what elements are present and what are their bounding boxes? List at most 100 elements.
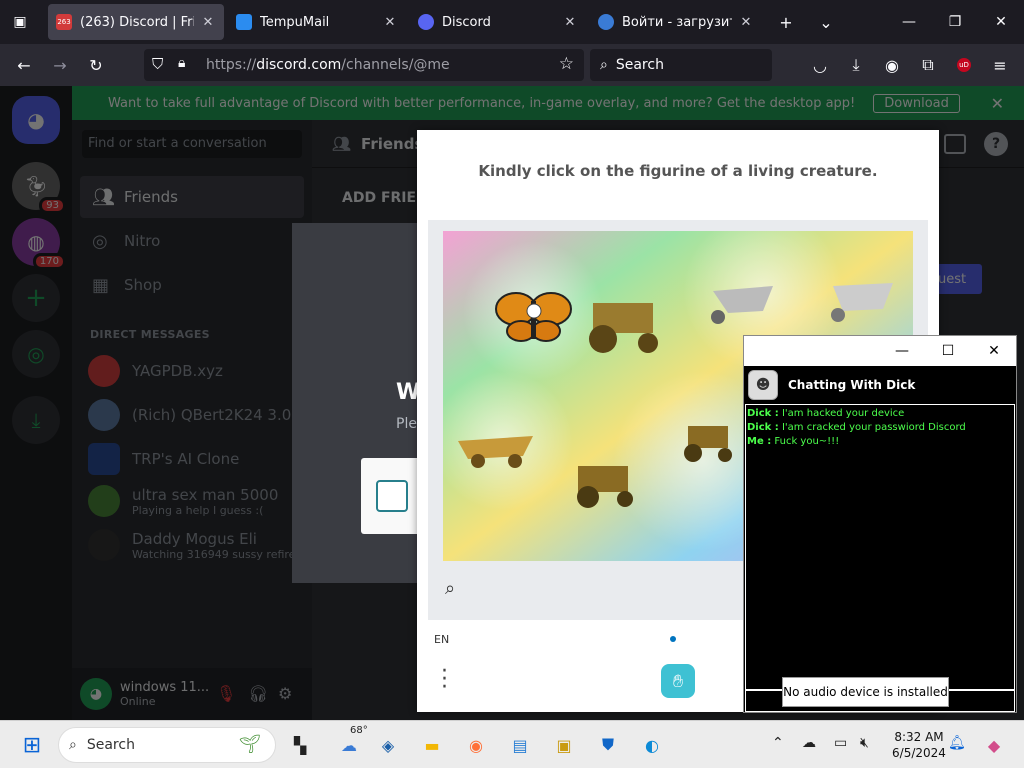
reload-icon[interactable]: ↻	[82, 51, 110, 79]
minimize-icon[interactable]: —	[886, 0, 932, 44]
banner-text: Want to take full advantage of Discord w…	[108, 95, 856, 111]
sidebar-item-friends[interactable]: 👥︎ Friends	[80, 176, 304, 218]
search-icon: ⌕	[69, 737, 77, 753]
restore-icon[interactable]: ❐	[932, 0, 978, 44]
edge-icon[interactable]: ◐	[638, 731, 666, 759]
settings-gear-icon[interactable]: ⚙	[278, 684, 292, 703]
dm-name: Daddy Mogus Eli	[132, 529, 257, 548]
notification-bell-icon[interactable]: 🔔︎	[948, 735, 966, 751]
sidebar-item-shop[interactable]: ▦ Shop	[80, 264, 304, 306]
tab-close-icon[interactable]: ✕	[200, 15, 216, 30]
tempumail-favicon-icon	[236, 14, 252, 30]
tab-close-icon[interactable]: ✕	[738, 15, 754, 30]
message-text: I'am cracked your passwiord Discord	[781, 422, 966, 433]
download-button[interactable]: Download	[873, 93, 960, 113]
taskbar-search[interactable]: ⌕ Search 🌱︎	[58, 727, 276, 763]
window-close-icon[interactable]: ✕	[974, 340, 1014, 362]
new-tab-button[interactable]: +	[772, 8, 800, 36]
cloud-favicon-icon	[598, 14, 614, 30]
security-shield-icon[interactable]: ⛊	[594, 731, 622, 759]
inbox-icon[interactable]	[944, 134, 966, 154]
banner-close-icon[interactable]: ✕	[991, 94, 1004, 113]
network-icon[interactable]: ▭	[834, 735, 847, 751]
menu-icon[interactable]: ≡	[986, 51, 1014, 79]
maximize-icon[interactable]: ☐	[928, 340, 968, 362]
app-icon[interactable]: ▣	[550, 731, 578, 759]
tab-discord[interactable]: Discord ✕	[410, 4, 586, 40]
dm-status: Watching 316949 sussy refire...	[132, 547, 304, 561]
dm-item[interactable]: (Rich) QBert2K24 3.0 ...	[80, 394, 304, 436]
tab-close-icon[interactable]: ✕	[562, 15, 578, 30]
system-clock[interactable]: 8:32 AM 6/5/2024	[888, 729, 950, 761]
tab-overview-icon[interactable]: ▣	[0, 0, 40, 44]
search-bar[interactable]: ⌕ Search	[590, 49, 772, 81]
photos-icon[interactable]: ▤	[506, 731, 534, 759]
mute-mic-icon[interactable]: 🎙︎	[216, 684, 236, 703]
zoom-search-icon[interactable]: ⌕	[445, 578, 455, 599]
task-view-icon[interactable]: ▚	[286, 731, 314, 759]
back-arrow-icon[interactable]: ←	[10, 51, 38, 79]
tab-list-chevron-icon[interactable]: ⌄	[812, 8, 840, 36]
file-explorer-icon[interactable]: ▬	[418, 731, 446, 759]
volume-muted-icon[interactable]: 🔇︎	[860, 735, 869, 751]
download-apps-icon[interactable]: ⤓	[12, 396, 60, 444]
more-options-icon[interactable]: · · ·	[441, 661, 448, 699]
shield-icon[interactable]: ⛉	[152, 55, 163, 73]
search-placeholder: Search	[615, 57, 664, 73]
tab-close-icon[interactable]: ✕	[382, 15, 398, 30]
show-hidden-icons-chevron-icon[interactable]: ⌃	[772, 735, 784, 751]
account-icon[interactable]: ◉	[878, 51, 906, 79]
explore-servers-icon[interactable]: ◎	[12, 330, 60, 378]
url-text: https://discord.com/channels/@me	[206, 57, 450, 73]
lock-icon[interactable]: 🔒︎	[178, 55, 185, 71]
copilot-icon[interactable]: ◆	[980, 731, 1008, 759]
plant-icon: 🌱︎	[238, 734, 261, 755]
dm-item[interactable]: TRP's AI Clone	[80, 438, 304, 480]
dm-section-header: DIRECT MESSAGES	[90, 328, 210, 341]
ublock-icon[interactable]: uD	[950, 51, 978, 79]
sidebar-item-nitro[interactable]: ◎ Nitro	[80, 220, 304, 262]
user-panel: ◕ windows 11... Online 🎙︎ 🎧︎ ⚙	[72, 668, 312, 720]
pocket-icon[interactable]: ◡	[806, 51, 834, 79]
virtualbox-icon[interactable]: ◈	[374, 731, 402, 759]
avatar	[88, 443, 120, 475]
dm-search-input[interactable]: Find or start a conversation	[82, 130, 302, 158]
bookmark-star-icon[interactable]: ☆	[559, 54, 574, 74]
mention-badge: 93	[39, 197, 66, 214]
dm-name: ultra sex man 5000	[132, 485, 279, 504]
language-selector[interactable]: EN	[434, 633, 449, 646]
weather-icon[interactable]: ☁ 68°	[332, 725, 368, 759]
message-sender: Me :	[747, 436, 772, 447]
minimize-icon[interactable]: —	[882, 340, 922, 362]
help-icon[interactable]: ?	[984, 132, 1008, 156]
dm-sidebar: Find or start a conversation 👥︎ Friends …	[72, 120, 312, 720]
start-windows-icon[interactable]: ⊞	[18, 731, 46, 759]
tab-discord-friends[interactable]: 263 (263) Discord | Friends ✕	[48, 4, 224, 40]
dm-item[interactable]: ultra sex man 5000 Playing a help I gues…	[80, 480, 304, 522]
server-icon[interactable]: 🦆︎ 93	[12, 162, 66, 214]
window-close-icon[interactable]: ✕	[978, 0, 1024, 44]
cloud-offline-icon[interactable]: ☁	[802, 735, 816, 751]
tab-upload-file[interactable]: Войти - загрузить фай ✕	[590, 4, 762, 40]
chat-title: Chatting With Dick	[788, 378, 916, 392]
user-status: Online	[120, 695, 156, 708]
url-scheme: https://	[206, 57, 257, 73]
downloads-icon[interactable]: ⤓	[842, 51, 870, 79]
dm-item[interactable]: YAGPDB.xyz	[80, 350, 304, 392]
audio-tooltip: No audio device is installed	[782, 677, 949, 707]
headphones-icon[interactable]: 🎧︎	[248, 684, 268, 703]
tab-tempumail[interactable]: TempuMail ✕	[228, 4, 406, 40]
user-avatar[interactable]: ◕	[80, 678, 112, 710]
url-host: discord.com	[256, 57, 342, 73]
server-icon[interactable]: ◍ 170	[12, 218, 66, 270]
dm-item[interactable]: Daddy Mogus Eli Watching 316949 sussy re…	[80, 524, 304, 566]
captcha-checkbox[interactable]	[376, 480, 408, 512]
url-bar[interactable]: ⛉ 🔒︎ https://discord.com/channels/@me ☆	[144, 49, 584, 81]
butterfly-figurine-icon[interactable]	[495, 292, 572, 342]
extensions-icon[interactable]: ⧉	[914, 51, 942, 79]
add-server-icon[interactable]: +	[12, 274, 60, 322]
firefox-icon[interactable]: ◉	[462, 731, 490, 759]
discord-home-icon[interactable]: ◕	[12, 96, 60, 144]
forward-arrow-icon[interactable]: →	[46, 51, 74, 79]
nitro-icon: ◎	[92, 230, 108, 252]
